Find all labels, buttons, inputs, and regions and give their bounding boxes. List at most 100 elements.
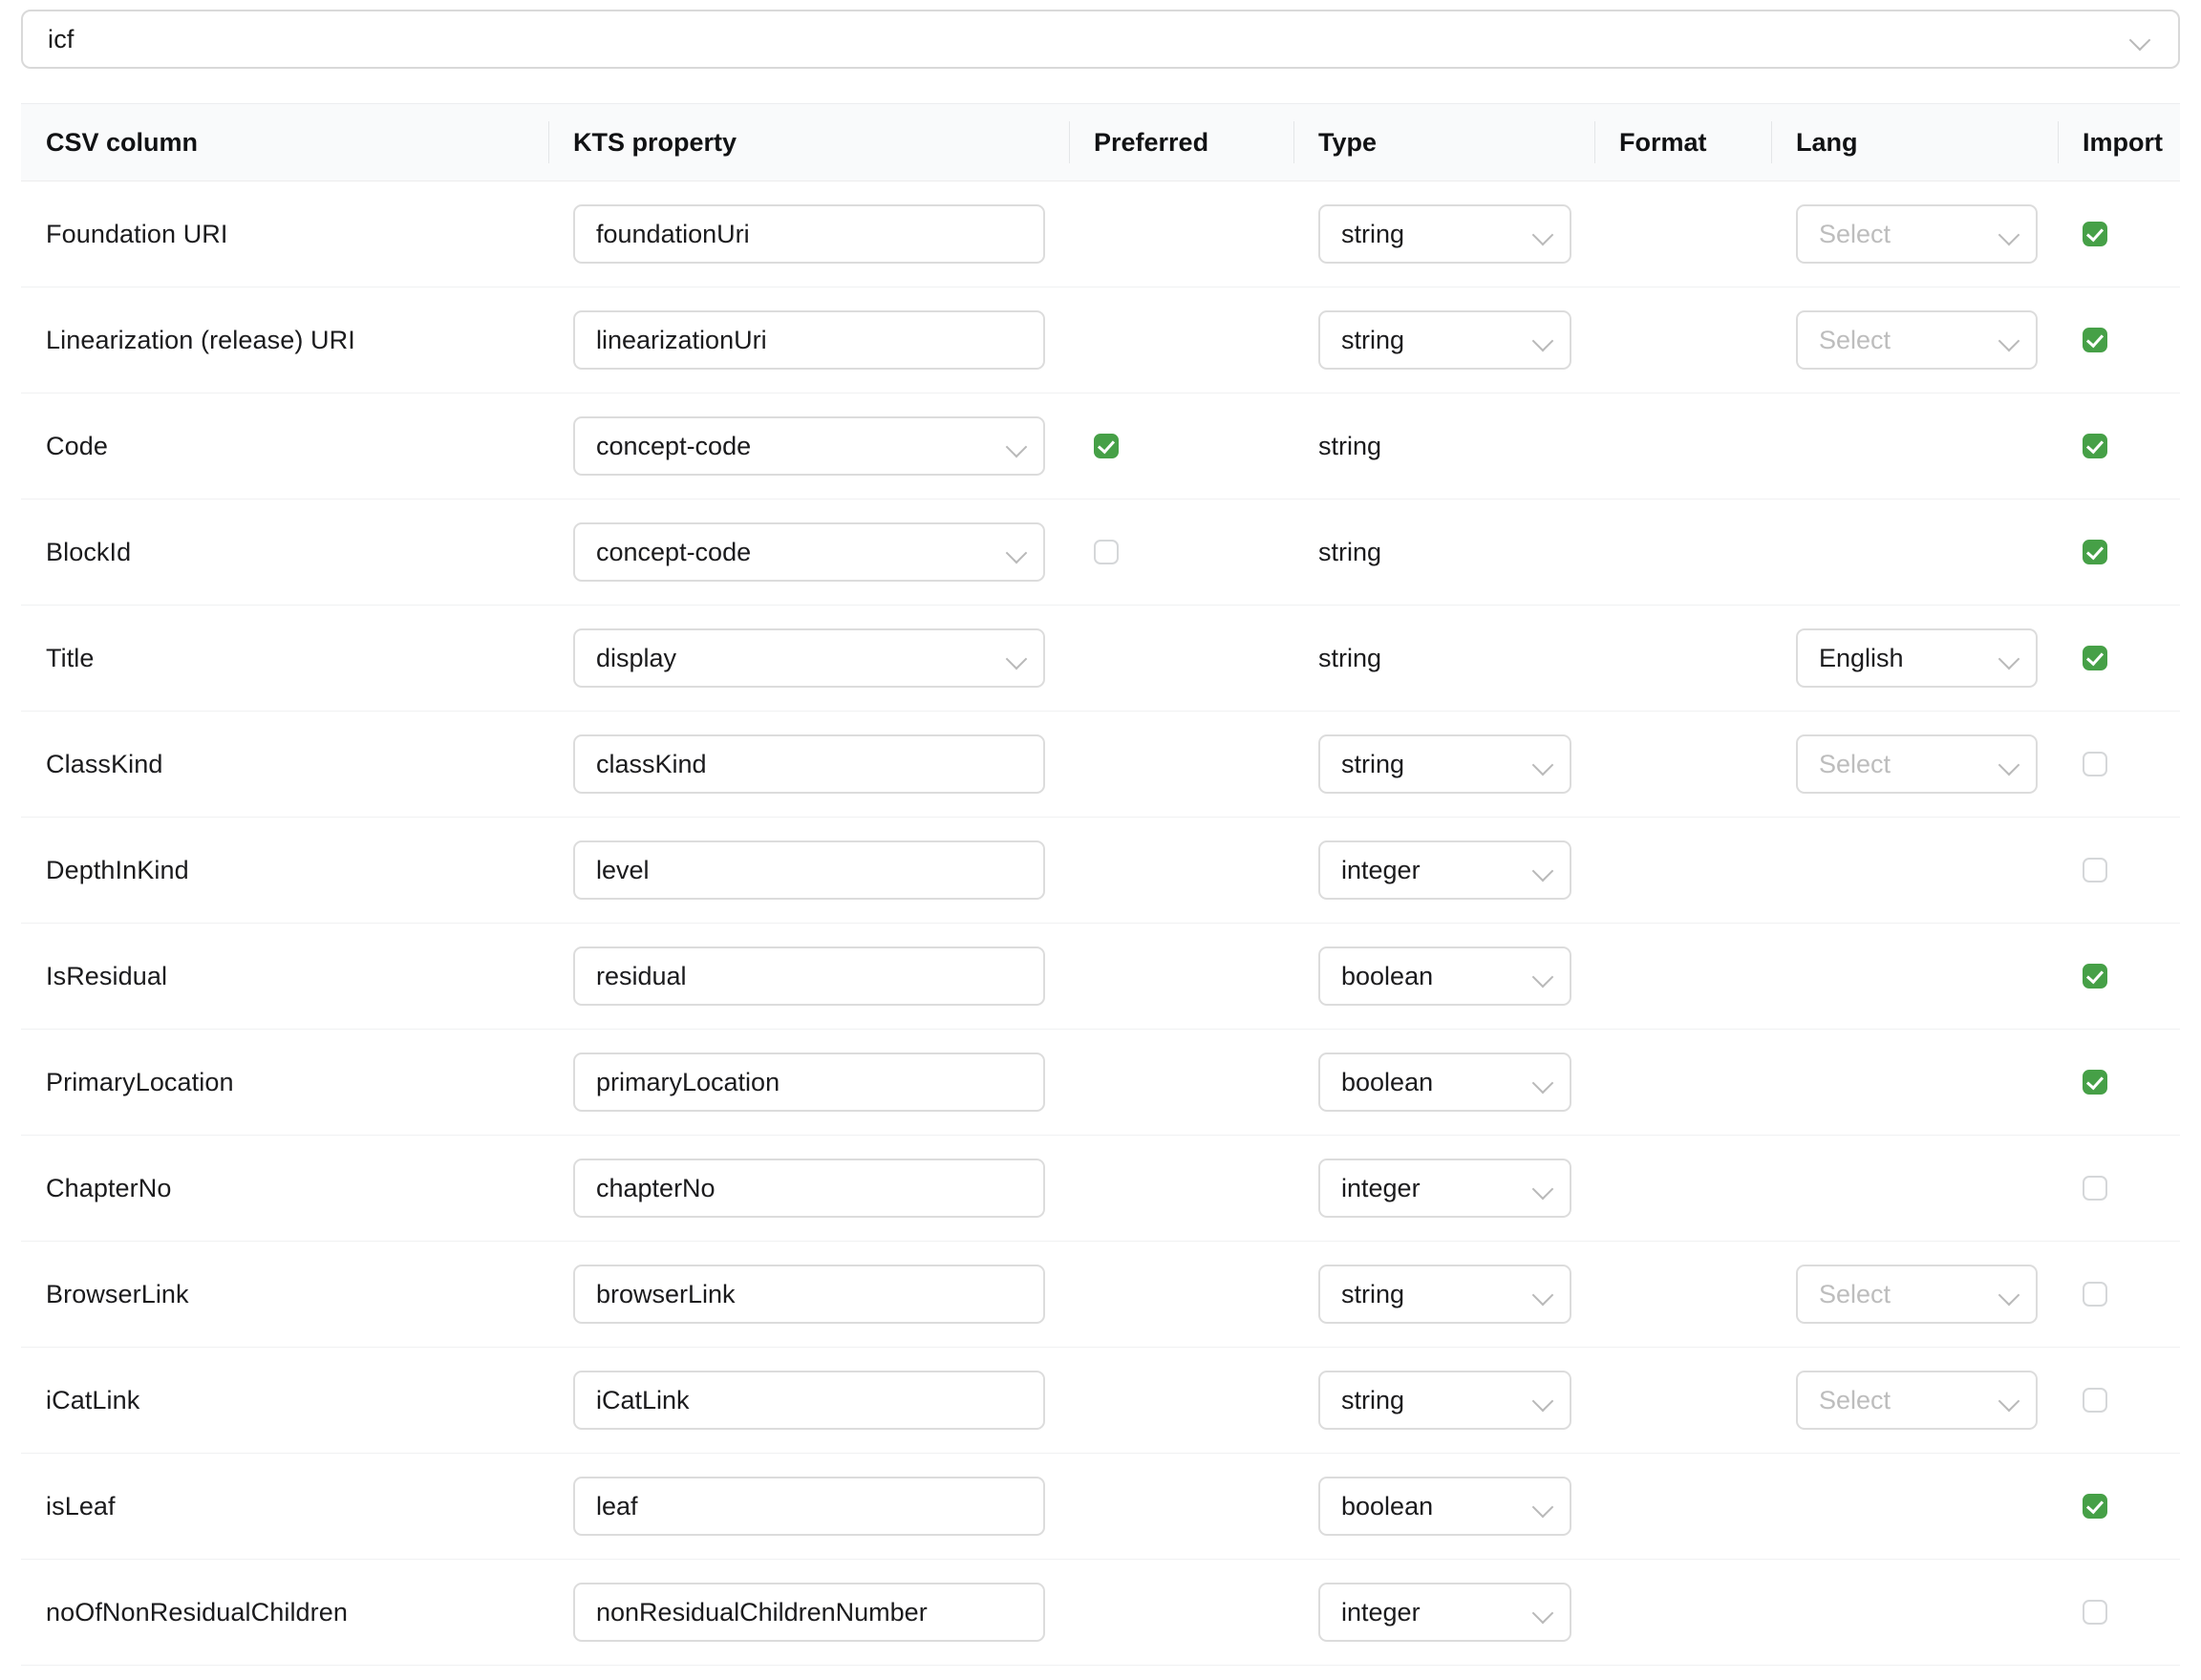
table-body: Foundation URI foundationUri string Select L…	[21, 181, 2180, 1666]
kts-property-input[interactable]: primaryLocation	[573, 1053, 1045, 1112]
chevron-down-icon	[1531, 1176, 1556, 1201]
kts-property-input[interactable]: level	[573, 840, 1045, 900]
lang-select[interactable]: Select	[1796, 204, 2038, 264]
table-row: Title display string English	[21, 606, 2180, 712]
csv-column-cell: Code	[21, 432, 548, 461]
lang-value: Select	[1819, 219, 1891, 248]
csv-column-label: isLeaf	[46, 1491, 116, 1521]
import-checkbox[interactable]	[2083, 1600, 2107, 1625]
type-value: string	[1318, 431, 1382, 460]
type-select[interactable]: integer	[1318, 840, 1571, 900]
kts-property-cell: foundationUri	[548, 204, 1069, 264]
import-checkbox[interactable]	[2083, 1494, 2107, 1519]
kts-property-cell: concept-code	[548, 522, 1069, 582]
type-value: integer	[1341, 855, 1421, 884]
csv-column-label: Foundation URI	[46, 219, 228, 248]
csv-column-cell: Title	[21, 644, 548, 673]
kts-property-input[interactable]: leaf	[573, 1477, 1045, 1536]
kts-property-cell: linearizationUri	[548, 310, 1069, 370]
kts-property-input[interactable]: classKind	[573, 734, 1045, 794]
csv-column-label: DepthInKind	[46, 855, 189, 884]
type-select[interactable]: string	[1318, 204, 1571, 264]
source-select[interactable]: icf	[21, 10, 2180, 69]
table-header-row: CSV column KTS property Preferred Type F…	[21, 104, 2180, 181]
kts-property-input[interactable]: iCatLink	[573, 1371, 1045, 1430]
lang-select[interactable]: Select	[1796, 1265, 2038, 1324]
chevron-down-icon	[1531, 1494, 1556, 1519]
import-checkbox[interactable]	[2083, 858, 2107, 883]
chevron-down-icon	[1531, 1282, 1556, 1307]
lang-cell: Select	[1771, 204, 2058, 264]
import-cell	[2058, 222, 2180, 246]
lang-select[interactable]: Select	[1796, 310, 2038, 370]
import-checkbox[interactable]	[2083, 1282, 2107, 1307]
chevron-down-icon	[1005, 434, 1030, 458]
kts-property-value: display	[596, 643, 677, 672]
type-select[interactable]: string	[1318, 310, 1571, 370]
kts-property-input[interactable]: residual	[573, 946, 1045, 1006]
mapping-table: CSV column KTS property Preferred Type F…	[21, 103, 2180, 1666]
import-checkbox[interactable]	[2083, 434, 2107, 458]
kts-property-input[interactable]: browserLink	[573, 1265, 1045, 1324]
import-checkbox[interactable]	[2083, 1070, 2107, 1095]
chevron-down-icon	[1531, 222, 1556, 246]
kts-property-input[interactable]: linearizationUri	[573, 310, 1045, 370]
import-checkbox[interactable]	[2083, 222, 2107, 246]
csv-mapping-page: icf CSV column KTS property Preferred Ty…	[0, 0, 2201, 1666]
chevron-down-icon	[1531, 964, 1556, 989]
preferred-checkbox[interactable]	[1094, 434, 1119, 458]
kts-property-select[interactable]: concept-code	[573, 522, 1045, 582]
type-select[interactable]: string	[1318, 1371, 1571, 1430]
type-select[interactable]: string	[1318, 1265, 1571, 1324]
table-row: ChapterNo chapterNo integer	[21, 1136, 2180, 1242]
kts-property-value: classKind	[596, 749, 707, 778]
type-value: string	[1318, 643, 1382, 672]
header-format: Format	[1594, 104, 1771, 181]
import-cell	[2058, 1070, 2180, 1095]
chevron-down-icon	[1531, 752, 1556, 776]
csv-column-cell: ClassKind	[21, 750, 548, 779]
csv-column-cell: IsResidual	[21, 962, 548, 991]
kts-property-input[interactable]: chapterNo	[573, 1159, 1045, 1218]
table-row: PrimaryLocation primaryLocation boolean	[21, 1030, 2180, 1136]
preferred-checkbox[interactable]	[1094, 540, 1119, 564]
kts-property-select[interactable]: concept-code	[573, 416, 1045, 476]
import-checkbox[interactable]	[2083, 752, 2107, 776]
import-checkbox[interactable]	[2083, 328, 2107, 352]
type-select[interactable]: boolean	[1318, 1477, 1571, 1536]
lang-select[interactable]: English	[1796, 628, 2038, 688]
csv-column-label: Title	[46, 643, 95, 672]
import-cell	[2058, 646, 2180, 670]
type-select[interactable]: integer	[1318, 1159, 1571, 1218]
import-cell	[2058, 858, 2180, 883]
type-select[interactable]: boolean	[1318, 1053, 1571, 1112]
lang-select[interactable]: Select	[1796, 1371, 2038, 1430]
import-cell	[2058, 964, 2180, 989]
kts-property-cell: leaf	[548, 1477, 1069, 1536]
table-row: DepthInKind level integer	[21, 818, 2180, 924]
chevron-down-icon	[1998, 752, 2022, 776]
type-select[interactable]: boolean	[1318, 946, 1571, 1006]
import-checkbox[interactable]	[2083, 540, 2107, 564]
kts-property-cell: concept-code	[548, 416, 1069, 476]
import-checkbox[interactable]	[2083, 646, 2107, 670]
import-checkbox[interactable]	[2083, 964, 2107, 989]
kts-property-input[interactable]: nonResidualChildrenNumber	[573, 1583, 1045, 1642]
kts-property-select[interactable]: display	[573, 628, 1045, 688]
type-select[interactable]: string	[1318, 734, 1571, 794]
header-preferred: Preferred	[1069, 104, 1293, 181]
import-cell	[2058, 540, 2180, 564]
type-value: integer	[1341, 1597, 1421, 1627]
lang-select[interactable]: Select	[1796, 734, 2038, 794]
kts-property-input[interactable]: foundationUri	[573, 204, 1045, 264]
table-row: ClassKind classKind string Select	[21, 712, 2180, 818]
header-kts-property: KTS property	[548, 104, 1069, 181]
kts-property-cell: browserLink	[548, 1265, 1069, 1324]
type-select[interactable]: integer	[1318, 1583, 1571, 1642]
preferred-cell	[1069, 434, 1293, 458]
kts-property-value: linearizationUri	[596, 325, 767, 354]
import-checkbox[interactable]	[2083, 1176, 2107, 1201]
lang-value: Select	[1819, 325, 1891, 354]
chevron-down-icon	[2128, 27, 2153, 52]
import-checkbox[interactable]	[2083, 1388, 2107, 1413]
